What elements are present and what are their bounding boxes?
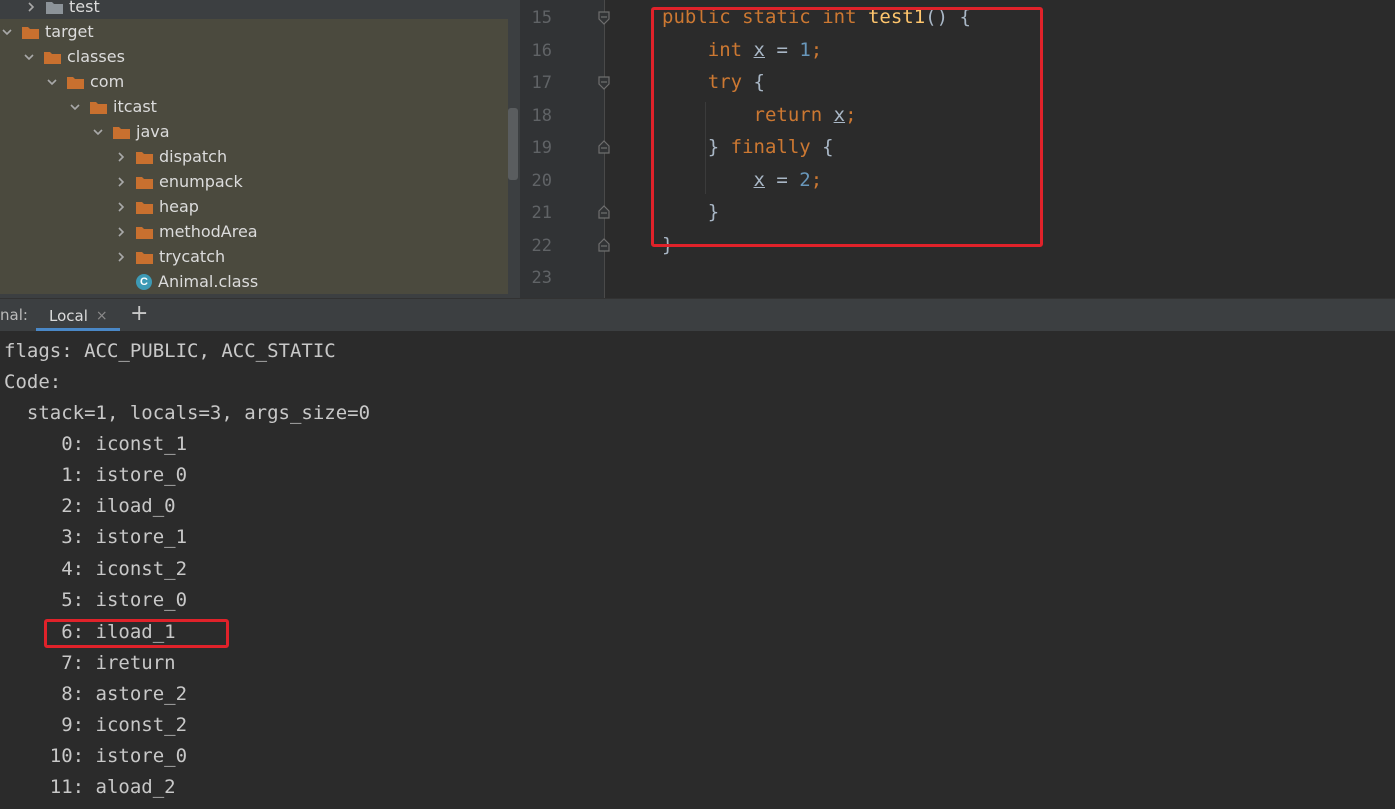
tree-item-classes[interactable]: classes (0, 44, 508, 69)
tree-item-label: dispatch (159, 147, 228, 166)
terminal-line: flags: ACC_PUBLIC, ACC_STATIC (4, 340, 336, 362)
terminal-line: Code: (4, 371, 62, 393)
chevron-down-icon[interactable] (91, 125, 105, 139)
folder-icon (113, 125, 130, 139)
terminal-line: 1: istore_0 (4, 464, 188, 486)
line-number: 16 (531, 41, 552, 61)
tree-item-trycatch[interactable]: trycatch (0, 244, 508, 269)
fold-end-icon[interactable] (597, 205, 611, 219)
chevron-right-icon[interactable] (114, 200, 128, 214)
tree-item-java[interactable]: java (0, 119, 508, 144)
chevron-right-icon[interactable] (114, 225, 128, 239)
tree-item-label: methodArea (159, 222, 258, 241)
terminal-line: 4: iconst_2 (4, 558, 188, 580)
terminal-line: 3: istore_1 (4, 526, 188, 548)
terminal-line: 2: iload_0 (4, 495, 176, 517)
line-number: 19 (531, 138, 552, 158)
terminal-line: 5: istore_0 (4, 589, 188, 611)
line-number: 21 (531, 203, 552, 223)
folder-icon (136, 250, 153, 264)
chevron-down-icon[interactable] (45, 75, 59, 89)
fold-end-icon[interactable] (597, 238, 611, 252)
terminal-line: 0: iconst_1 (4, 433, 188, 455)
folder-icon (136, 200, 153, 214)
folder-icon (44, 50, 61, 64)
chevron-down-icon[interactable] (22, 50, 36, 64)
chevron-right-icon[interactable] (114, 175, 128, 189)
chevron-down-icon[interactable] (68, 100, 82, 114)
tree-scrollbar[interactable] (508, 108, 518, 180)
folder-icon (136, 175, 153, 189)
tree-item-label: heap (159, 197, 199, 216)
chevron-right-icon[interactable] (114, 250, 128, 264)
chevron-down-icon[interactable] (0, 25, 14, 39)
tree-item-itcast[interactable]: itcast (0, 94, 508, 119)
terminal-output[interactable]: flags: ACC_PUBLIC, ACC_STATIC Code: stac… (0, 332, 1395, 809)
tree-item-methodarea[interactable]: methodArea (0, 219, 508, 244)
tree-item-label: target (45, 22, 94, 41)
line-number: 22 (531, 236, 552, 256)
tree-item-dispatch[interactable]: dispatch (0, 144, 508, 169)
tree-item-label: enumpack (159, 172, 243, 191)
terminal-line: 9: iconst_2 (4, 714, 188, 736)
terminal-line: 11: aload_2 (4, 776, 176, 798)
line-number: 23 (531, 268, 552, 288)
method-highlight-box (651, 7, 1043, 247)
folder-icon (90, 100, 107, 114)
tree-item-com[interactable]: com (0, 69, 508, 94)
tree-item-heap[interactable]: heap (0, 194, 508, 219)
project-tree: test target classes com itcast java disp… (0, 0, 520, 298)
tree-item-label: Animal.class (158, 272, 259, 291)
line-number: 20 (531, 171, 552, 191)
tree-item-label: com (90, 72, 125, 91)
fold-open-icon[interactable] (597, 11, 611, 25)
active-tab-indicator (36, 328, 120, 331)
folder-icon (46, 0, 63, 14)
folder-icon (136, 150, 153, 164)
class-file-icon: C (136, 273, 152, 290)
terminal-line: 7: ireturn (4, 652, 176, 674)
terminal-line: stack=1, locals=3, args_size=0 (4, 402, 371, 424)
chevron-right-icon[interactable] (114, 150, 128, 164)
terminal-title: nal: (0, 306, 28, 324)
tree-item-test[interactable]: test (0, 0, 508, 19)
terminal-line: 10: istore_0 (4, 745, 188, 767)
line-number: 18 (531, 106, 552, 126)
line-number: 15 (531, 8, 552, 28)
tree-item-label: classes (67, 47, 125, 66)
tree-item-label: trycatch (159, 247, 226, 266)
tree-item-label: itcast (113, 97, 157, 116)
chevron-right-icon[interactable] (24, 0, 38, 14)
close-icon[interactable]: × (96, 308, 108, 324)
add-tab-icon[interactable]: + (130, 301, 148, 326)
line-number: 17 (531, 73, 552, 93)
tree-item-animal-class[interactable]: C Animal.class (0, 269, 508, 294)
folder-icon (67, 75, 84, 89)
iload-highlight-box (44, 619, 229, 648)
folder-icon (136, 225, 153, 239)
tree-item-target[interactable]: target (0, 19, 508, 44)
tree-item-enumpack[interactable]: enumpack (0, 169, 508, 194)
tree-item-label: test (69, 0, 100, 16)
terminal-line: 8: astore_2 (4, 683, 188, 705)
fold-open-icon[interactable] (597, 76, 611, 90)
tree-item-label: java (136, 122, 170, 141)
terminal-toolbar: nal: Local × + (0, 298, 1395, 332)
fold-end-icon[interactable] (597, 140, 611, 154)
tab-label: Local (49, 306, 88, 325)
folder-icon (22, 25, 39, 39)
